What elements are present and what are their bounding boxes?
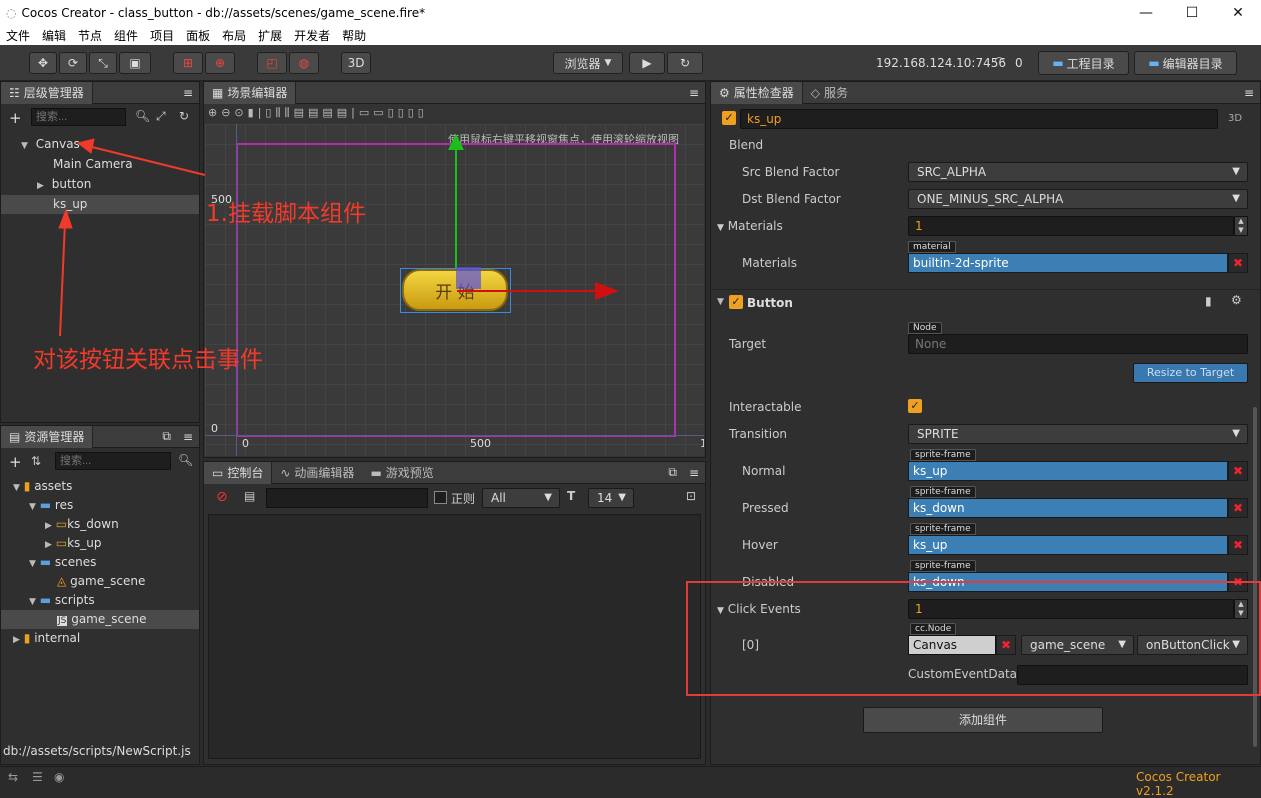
annotation-attach-script: 1.挂载脚本组件	[206, 201, 366, 227]
arrow-to-canvas	[76, 138, 206, 176]
annotation-bind-click-event: 对该按钮关联点击事件	[33, 347, 263, 373]
arrow-to-ks-up	[58, 208, 73, 337]
annotation-arrows	[58, 138, 206, 337]
